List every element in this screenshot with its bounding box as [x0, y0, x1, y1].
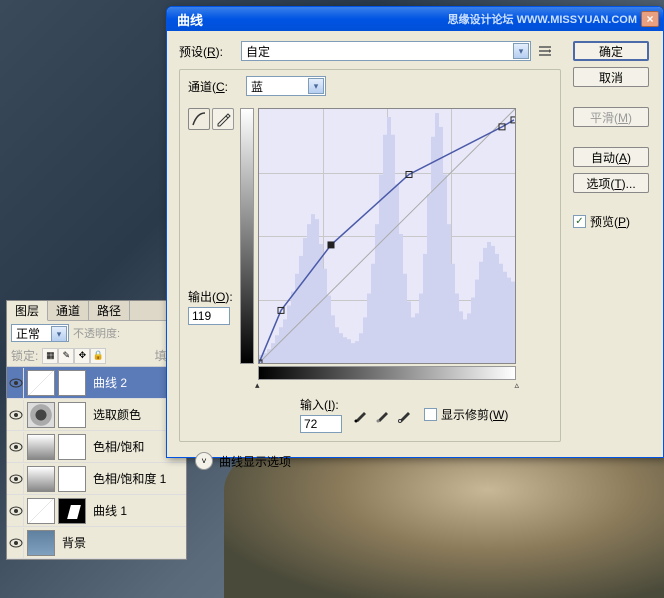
ok-button[interactable]: 确定 [573, 41, 649, 61]
eyedropper-black-icon[interactable] [352, 406, 370, 424]
layer-list: 曲线 2选取颜色色相/饱和色相/饱和度 1 曲线 1 背景 [7, 367, 186, 559]
chevron-down-icon: ▾ [513, 43, 529, 59]
lock-all-icon[interactable]: 🔒 [90, 348, 106, 364]
lock-label: 锁定: [11, 347, 38, 364]
lock-transparency-icon[interactable]: ▦ [42, 348, 58, 364]
preset-dropdown[interactable]: 自定 ▾ [241, 41, 531, 61]
tab-paths-label: 路径 [97, 302, 121, 319]
layer-mask-thumbnail [58, 434, 86, 460]
dialog-title: 曲线 [171, 10, 448, 29]
show-clipping-label: 显示修剪(W) [441, 406, 508, 423]
layer-row[interactable]: 色相/饱和度 1 [7, 463, 186, 495]
visibility-eye-icon[interactable] [8, 368, 24, 398]
preview-label: 预览(P) [590, 213, 630, 230]
curves-dialog: 曲线 思缘设计论坛 WWW.MISSYUAN.COM × 预设(R): 自定 ▾… [166, 6, 664, 458]
layer-mask-thumbnail [58, 498, 86, 524]
preset-menu-icon[interactable] [537, 43, 553, 59]
lock-brush-icon[interactable]: ✎ [58, 348, 74, 364]
slider-marks[interactable]: ▴ ▵ [258, 380, 516, 390]
curve-tool-button[interactable] [188, 108, 210, 130]
opacity-label: 不透明度: [73, 325, 120, 341]
lock-move-icon[interactable]: ✥ [74, 348, 90, 364]
visibility-eye-icon[interactable] [8, 496, 24, 526]
layer-thumbnail [27, 402, 55, 428]
tab-paths[interactable]: 路径 [89, 301, 130, 320]
disclosure-button[interactable]: ˅ [195, 452, 213, 470]
layer-row[interactable]: 背景 [7, 527, 186, 559]
smooth-button[interactable]: 平滑(M) [573, 107, 649, 127]
layer-thumbnail [27, 466, 55, 492]
watermark-text: 思缘设计论坛 WWW.MISSYUAN.COM [448, 11, 637, 27]
titlebar[interactable]: 曲线 思缘设计论坛 WWW.MISSYUAN.COM × [167, 7, 663, 31]
visibility-eye-icon[interactable] [8, 528, 24, 558]
chevron-down-icon: ▾ [51, 326, 67, 342]
input-label: 输入(I): [300, 396, 342, 413]
layer-mask-thumbnail [58, 466, 86, 492]
cancel-button[interactable]: 取消 [573, 67, 649, 87]
visibility-eye-icon[interactable] [8, 400, 24, 430]
input-gradient-strip [258, 366, 516, 380]
layers-panel: 图层 通道 路径 正常 ▾ 不透明度: 锁定: ▦ ✎ ✥ 🔒 填充: 曲线 2… [6, 300, 187, 560]
layer-thumbnail [27, 434, 55, 460]
layer-row[interactable]: 曲线 1 [7, 495, 186, 527]
layer-name-label: 曲线 1 [93, 502, 185, 519]
blend-mode-value: 正常 [16, 325, 40, 342]
input-input[interactable] [300, 415, 342, 433]
visibility-eye-icon[interactable] [8, 432, 24, 462]
layer-thumbnail [27, 498, 55, 524]
layer-row[interactable]: 色相/饱和 [7, 431, 186, 463]
layer-row[interactable]: 选取颜色 [7, 399, 186, 431]
checkbox-icon [424, 408, 437, 421]
blend-mode-dropdown[interactable]: 正常 ▾ [11, 324, 69, 342]
tab-layers[interactable]: 图层 [7, 301, 48, 321]
tab-channels[interactable]: 通道 [48, 301, 89, 320]
layer-row[interactable]: 曲线 2 [7, 367, 186, 399]
histogram [259, 109, 515, 363]
channel-label: 通道(C: [188, 78, 240, 95]
layer-thumbnail [27, 530, 55, 556]
panel-tabs: 图层 通道 路径 [7, 301, 186, 321]
tab-layers-label: 图层 [15, 302, 39, 319]
eyedropper-gray-icon[interactable] [374, 406, 392, 424]
chevron-down-icon: ▾ [308, 78, 324, 94]
curve-graph[interactable] [258, 108, 516, 364]
preview-checkbox[interactable]: ✓ 预览(P) [573, 213, 651, 230]
tab-channels-label: 通道 [56, 302, 80, 319]
channel-value: 蓝 [251, 78, 263, 95]
output-gradient-strip [240, 108, 254, 364]
output-input[interactable] [188, 307, 230, 325]
preset-label: 预设(R): [179, 43, 235, 60]
curve-group: 通道(C: 蓝 ▾ [179, 69, 561, 442]
output-label: 输出(O): [188, 288, 234, 305]
checkbox-checked-icon: ✓ [573, 215, 586, 228]
options-button[interactable]: 选项(T)... [573, 173, 649, 193]
show-clipping-checkbox[interactable]: 显示修剪(W) [424, 406, 508, 423]
auto-button[interactable]: 自动(A) [573, 147, 649, 167]
eyedropper-white-icon[interactable] [396, 406, 414, 424]
layer-thumbnail [27, 370, 55, 396]
pencil-tool-button[interactable] [212, 108, 234, 130]
layer-name-label: 背景 [62, 534, 185, 551]
disclosure-label: 曲线显示选项 [219, 453, 291, 470]
layer-mask-thumbnail [58, 370, 86, 396]
channel-dropdown[interactable]: 蓝 ▾ [246, 76, 326, 96]
layer-mask-thumbnail [58, 402, 86, 428]
visibility-eye-icon[interactable] [8, 464, 24, 494]
preset-value: 自定 [246, 43, 270, 60]
close-button[interactable]: × [641, 11, 659, 27]
